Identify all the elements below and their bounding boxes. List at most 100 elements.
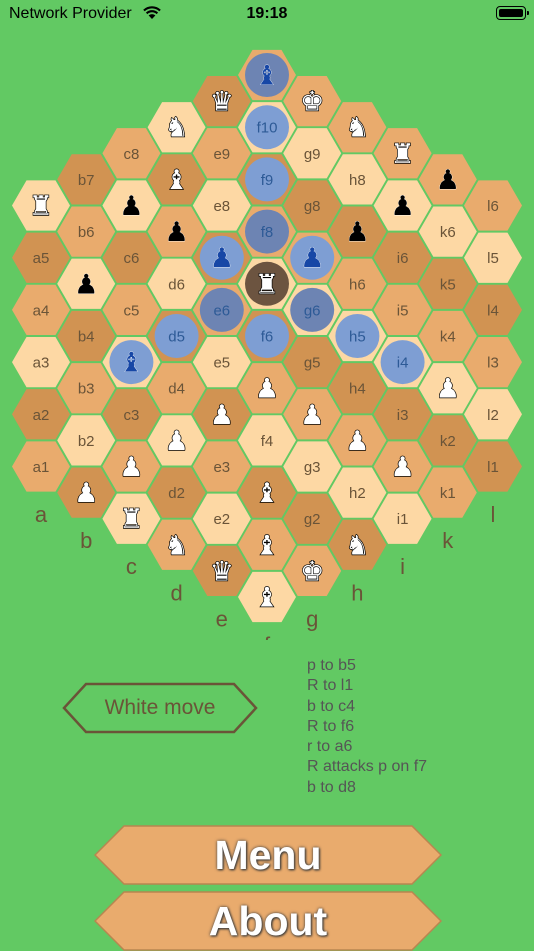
chess-piece[interactable]: ♜ bbox=[390, 138, 416, 170]
chess-piece[interactable]: ♟ bbox=[73, 477, 99, 509]
about-button[interactable]: About bbox=[94, 891, 442, 951]
board-cell-a1[interactable]: a1 bbox=[12, 441, 70, 492]
board-cell-k3[interactable]: ♟ bbox=[418, 363, 477, 414]
board-cell-k7[interactable]: ♟ bbox=[418, 154, 477, 205]
board-cell-h7[interactable]: ♟ bbox=[328, 206, 387, 257]
board-cell-l6[interactable]: l6 bbox=[464, 180, 522, 231]
board-cell-h4[interactable]: h4 bbox=[328, 363, 387, 414]
board-cell-g8[interactable]: g8 bbox=[283, 180, 342, 231]
board-cell-g2[interactable]: g2 bbox=[283, 493, 342, 544]
board-cell-c6[interactable]: c6 bbox=[102, 232, 161, 283]
board-cell-g1[interactable]: ♚ bbox=[283, 545, 342, 597]
board-cell-a4[interactable]: a4 bbox=[12, 284, 70, 336]
board-cell-l1[interactable]: l1 bbox=[464, 441, 522, 492]
board-cell-f10[interactable]: f10 bbox=[238, 102, 296, 153]
board-cell-d1[interactable]: ♞ bbox=[147, 519, 206, 570]
board-cell-d9[interactable]: ♞ bbox=[147, 102, 206, 153]
chess-piece[interactable]: ♟ bbox=[254, 373, 280, 405]
board-cell-e5[interactable]: e5 bbox=[192, 336, 251, 388]
chess-piece[interactable]: ♛ bbox=[209, 86, 235, 118]
board-cell-h9[interactable]: ♞ bbox=[328, 102, 387, 153]
board-cell-a6[interactable]: ♜ bbox=[12, 180, 70, 231]
chess-piece[interactable]: ♟ bbox=[164, 217, 189, 249]
board-cell-d2[interactable]: d2 bbox=[147, 467, 206, 518]
board-cell-d8[interactable]: ♝ bbox=[147, 154, 206, 205]
board-cell-c1[interactable]: ♜ bbox=[102, 493, 161, 544]
chess-piece[interactable]: ♟ bbox=[390, 451, 416, 483]
board-cell-d7[interactable]: ♟ bbox=[147, 206, 206, 257]
board-cell-e1[interactable]: ♛ bbox=[192, 545, 251, 597]
chess-piece[interactable]: ♜ bbox=[28, 190, 54, 222]
chess-piece[interactable]: ♜ bbox=[119, 504, 145, 536]
chess-piece[interactable]: ♟ bbox=[164, 425, 190, 457]
board-cell-g9[interactable]: g9 bbox=[283, 128, 342, 179]
board-cell-g7[interactable]: ♟ bbox=[283, 232, 342, 283]
chess-piece[interactable]: ♝ bbox=[254, 477, 280, 509]
board-cell-b6[interactable]: b6 bbox=[57, 206, 116, 257]
board-cell-a5[interactable]: a5 bbox=[12, 232, 70, 283]
board-cell-k5[interactable]: k5 bbox=[418, 258, 477, 309]
chess-piece[interactable]: ♝ bbox=[119, 347, 144, 379]
board-cell-i3[interactable]: i3 bbox=[373, 389, 432, 440]
board-cell-c8[interactable]: c8 bbox=[102, 128, 161, 179]
chess-piece[interactable]: ♟ bbox=[209, 399, 235, 431]
board-cell-b5[interactable]: ♟ bbox=[57, 258, 116, 309]
board-cell-f1[interactable]: ♝ bbox=[238, 571, 296, 623]
board-cell-l4[interactable]: l4 bbox=[464, 284, 522, 336]
board-cell-c5[interactable]: c5 bbox=[102, 284, 161, 336]
board-cell-d5[interactable]: d5 bbox=[147, 310, 206, 362]
board-cell-f6[interactable]: f6 bbox=[238, 310, 296, 362]
board-cell-k4[interactable]: k4 bbox=[418, 310, 477, 362]
board-cell-e4[interactable]: ♟ bbox=[192, 389, 251, 440]
chess-piece[interactable]: ♟ bbox=[119, 191, 144, 223]
chess-piece[interactable]: ♟ bbox=[299, 399, 325, 431]
board-cell-i8[interactable]: ♜ bbox=[373, 128, 432, 179]
board-cell-d6[interactable]: d6 bbox=[147, 258, 206, 309]
board-cell-l5[interactable]: l5 bbox=[464, 232, 522, 283]
board-cell-f3[interactable]: ♝ bbox=[238, 467, 296, 518]
board-cell-l2[interactable]: l2 bbox=[464, 389, 522, 440]
board-cell-c4[interactable]: ♝ bbox=[102, 336, 161, 388]
chess-piece[interactable]: ♚ bbox=[299, 86, 325, 118]
board-cell-i4[interactable]: i4 bbox=[373, 336, 432, 388]
board-cell-d3[interactable]: ♟ bbox=[147, 415, 206, 466]
chess-piece[interactable]: ♝ bbox=[255, 60, 280, 92]
chess-piece[interactable]: ♟ bbox=[300, 243, 325, 275]
board-cell-b7[interactable]: b7 bbox=[57, 154, 116, 205]
chess-piece[interactable]: ♞ bbox=[345, 112, 371, 144]
chess-piece[interactable]: ♜ bbox=[254, 269, 280, 301]
board-cell-h8[interactable]: h8 bbox=[328, 154, 387, 205]
board-cell-h3[interactable]: ♟ bbox=[328, 415, 387, 466]
board-cell-f11[interactable]: ♝ bbox=[238, 49, 296, 101]
board-cell-d4[interactable]: d4 bbox=[147, 363, 206, 414]
chess-piece[interactable]: ♝ bbox=[254, 582, 280, 614]
board-cell-l3[interactable]: l3 bbox=[464, 336, 522, 388]
chess-piece[interactable]: ♞ bbox=[164, 530, 190, 562]
board-cell-e6[interactable]: e6 bbox=[192, 284, 251, 336]
board-cell-e8[interactable]: e8 bbox=[192, 180, 251, 231]
chess-piece[interactable]: ♝ bbox=[164, 164, 190, 196]
chess-piece[interactable]: ♚ bbox=[299, 556, 325, 588]
board-cell-f5[interactable]: ♟ bbox=[238, 363, 296, 414]
board-cell-f4[interactable]: f4 bbox=[238, 415, 296, 466]
board-cell-b3[interactable]: b3 bbox=[57, 363, 116, 414]
board-cell-b2[interactable]: b2 bbox=[57, 415, 116, 466]
board-cell-g4[interactable]: ♟ bbox=[283, 389, 342, 440]
board-cell-b1[interactable]: ♟ bbox=[57, 467, 116, 518]
chess-piece[interactable]: ♝ bbox=[254, 530, 280, 562]
board-cell-e3[interactable]: e3 bbox=[192, 441, 251, 492]
chess-piece[interactable]: ♟ bbox=[119, 451, 145, 483]
board-cell-g3[interactable]: g3 bbox=[283, 441, 342, 492]
board-cell-f8[interactable]: f8 bbox=[238, 206, 296, 257]
board-cell-i5[interactable]: i5 bbox=[373, 284, 432, 336]
board-cell-k6[interactable]: k6 bbox=[418, 206, 477, 257]
board-cell-c7[interactable]: ♟ bbox=[102, 180, 161, 231]
board-cell-f7[interactable]: ♜ bbox=[238, 258, 296, 309]
turn-indicator-button[interactable]: White move bbox=[62, 682, 258, 734]
chess-piece[interactable]: ♟ bbox=[345, 217, 370, 249]
board-cell-c2[interactable]: ♟ bbox=[102, 441, 161, 492]
chess-piece[interactable]: ♞ bbox=[345, 530, 371, 562]
board-cell-i1[interactable]: i1 bbox=[373, 493, 432, 544]
board-cell-h6[interactable]: h6 bbox=[328, 258, 387, 309]
board-cell-k1[interactable]: k1 bbox=[418, 467, 477, 518]
